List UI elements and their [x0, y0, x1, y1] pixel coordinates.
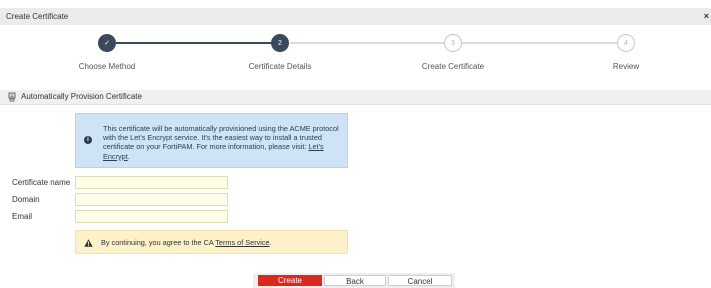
email-row: Email [0, 210, 711, 223]
info-text: This certificate will be automatically p… [103, 124, 341, 161]
step-3-label: Create Certificate [421, 62, 485, 71]
email-label: Email [12, 212, 33, 221]
step-2-indicator: 2 [271, 34, 289, 52]
close-icon[interactable]: × [704, 8, 709, 25]
step-connector-2 [290, 42, 453, 44]
cancel-button[interactable]: Cancel [388, 275, 452, 286]
warning-text-body: By continuing, you agree to the CA [101, 238, 216, 247]
dialog-title: Create Certificate [6, 12, 69, 21]
step-4-indicator: 4 [617, 34, 635, 52]
step-connector-1 [116, 42, 281, 44]
dialog-title-bar: Create Certificate × [0, 8, 711, 25]
info-message: i This certificate will be automatically… [75, 113, 348, 168]
certificate-name-row: Certificate name [0, 176, 711, 189]
create-button[interactable]: Create [258, 275, 322, 286]
domain-row: Domain [0, 193, 711, 206]
back-button[interactable]: Back [324, 275, 386, 286]
step-4-label: Review [612, 62, 640, 71]
warning-icon [84, 231, 93, 255]
step-connector-3 [462, 42, 626, 44]
email-input[interactable] [75, 210, 228, 223]
step-2-label: Certificate Details [248, 62, 312, 71]
warning-text: By continuing, you agree to the CA Terms… [101, 231, 272, 255]
domain-input[interactable] [75, 193, 228, 206]
certificate-name-label: Certificate name [12, 178, 71, 187]
info-text-body: This certificate will be automatically p… [103, 124, 339, 152]
domain-label: Domain [12, 195, 40, 204]
certificate-icon [8, 90, 16, 104]
terms-warning: By continuing, you agree to the CA Terms… [75, 230, 348, 254]
terms-of-service-link[interactable]: Terms of Service [215, 238, 269, 247]
wizard-stepper: ✓ 2 3 4 Choose Method Certificate Detail… [0, 30, 711, 75]
info-icon: i [84, 136, 92, 144]
step-1-label: Choose Method [78, 62, 136, 71]
section-title: Automatically Provision Certificate [21, 92, 142, 101]
step-3-indicator: 3 [444, 34, 462, 52]
step-1-check-icon: ✓ [98, 34, 116, 52]
warning-text-suffix: . [269, 238, 272, 247]
certificate-name-input[interactable] [75, 176, 228, 189]
section-header: Automatically Provision Certificate [0, 90, 711, 105]
info-text-suffix: . [127, 151, 130, 161]
